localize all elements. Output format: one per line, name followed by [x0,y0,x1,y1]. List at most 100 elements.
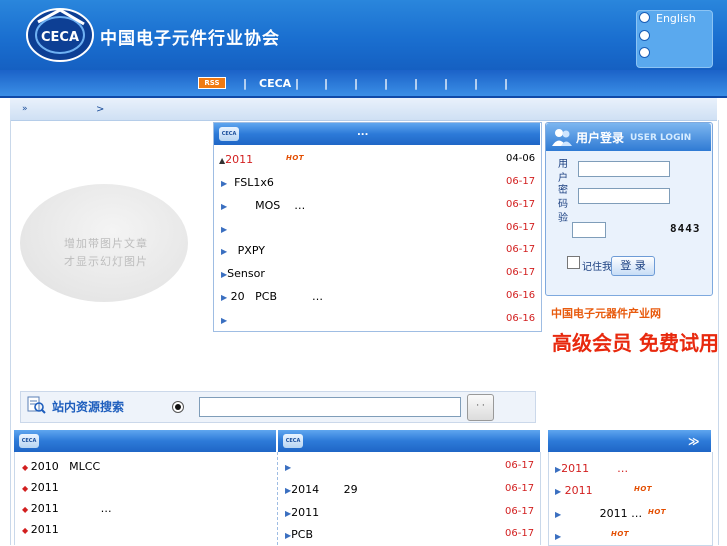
ceca-logo[interactable]: CECA [24,6,98,64]
list-item[interactable]: ◆ 2011 [22,523,59,536]
arrow-icon: ▶ [285,463,292,472]
list-item-text: 2010 MLCC [30,460,101,473]
news-panel-header [214,123,540,145]
list-item-text: 2011 … [561,507,643,520]
nav-item[interactable]: | [504,77,508,90]
login-subtitle: USER LOGIN [630,133,692,143]
search-label: 站内资源搜索 [52,400,125,414]
list-item-text: 2011 [30,523,59,536]
captcha-input[interactable] [572,222,606,238]
lang-option-2[interactable] [639,30,656,46]
list-item-text: 2011 [291,506,320,519]
bottom-middle-header [278,430,540,452]
slideshow-text-1: 增加带图片文章 [64,237,148,250]
search-input[interactable] [199,397,461,417]
language-switcher: English [636,10,713,68]
login-button[interactable]: 登 录 [611,256,655,276]
news-date: 04-06 [506,153,536,164]
nav-item-ceca[interactable]: CECA | [259,77,299,90]
svg-text:CECA: CECA [41,30,79,45]
list-item[interactable]: ▶ [555,529,561,542]
news-date: 06-17 [506,222,536,233]
nav-item[interactable]: | [324,77,328,90]
bullet-icon: ◆ [22,505,31,514]
nav-item[interactable]: | [384,77,388,90]
search-button[interactable]: · · [467,394,494,421]
username-label: 用 户 [558,159,568,184]
list-item[interactable]: ◆ 2011 … [22,502,112,515]
radio-selected-icon [175,404,181,410]
ceca-logo-icon: CECA [19,434,39,448]
hot-icon: HOT [286,154,305,162]
list-item[interactable]: ◆ 2010 MLCC [22,460,100,473]
news-date: 06-17 [506,267,536,278]
news-item[interactable]: ▶ 20 PCB … [221,290,323,303]
bullet-icon: ◆ [22,526,31,535]
radio-icon [639,30,650,41]
lang-option-3[interactable] [639,47,656,63]
captcha-image[interactable]: 8443 [670,222,701,235]
nav-separator: | [243,77,248,90]
list-date: 06-17 [505,460,535,471]
news-date: 06-16 [506,290,536,301]
nav-item[interactable]: | [414,77,418,90]
bottom-left-header [14,430,276,452]
news-item[interactable]: ▶ [221,222,227,235]
list-item[interactable]: ▶2011 [285,506,319,519]
list-item[interactable]: ▶ 2011 [555,484,593,497]
bullet-icon: ◆ [22,463,31,472]
bottom-middle-list [278,452,541,545]
list-item[interactable]: ▶2014 29 [285,483,358,496]
list-item[interactable]: ▶PCB [285,528,313,541]
list-item[interactable]: ▶2011 … [555,462,628,475]
username-input[interactable] [578,161,670,177]
breadcrumb [10,98,717,121]
login-title: 用户登录 [576,131,625,145]
arrow-icon: ▶ [555,532,562,541]
list-date: 06-17 [505,483,535,494]
news-item[interactable]: ▶ MOS … [221,199,305,212]
news-item[interactable]: ▶ FSL1x6 [221,176,274,189]
rss-icon[interactable]: RSS [198,77,226,89]
remember-checkbox[interactable] [567,256,580,269]
news-item-text: FSL1x6 [227,176,274,189]
nav-item[interactable]: | [354,77,358,90]
list-item[interactable]: ▶ 2011 … [555,507,642,520]
list-item-text: 2011 [30,481,59,494]
list-date: 06-17 [505,528,535,539]
news-item-text: MOS … [227,199,306,212]
arrow-icon: ▶ [221,225,228,234]
lang-option-english[interactable]: English [639,12,696,28]
nav-item[interactable]: | [444,77,448,90]
hot-icon: HOT [634,485,653,493]
captcha-label: 验 [558,213,568,224]
news-item[interactable]: ▶ [221,313,227,326]
news-item[interactable]: ▶ PXPY [221,244,265,257]
list-item[interactable]: ◆ 2011 [22,481,59,494]
list-item[interactable]: ▶ [285,460,291,473]
news-item-text: Sensor [227,267,265,280]
double-arrow-icon: » [22,104,28,114]
site-title: 中国电子元件行业协会 [100,29,280,49]
hot-icon: HOT [611,530,630,538]
password-input[interactable] [578,188,670,204]
news-date: 06-17 [506,199,536,210]
lang-label: English [656,12,696,25]
arrow-icon: ▶ [221,316,228,325]
news-item[interactable]: ▶Sensor [221,267,265,280]
nav-item[interactable]: | [474,77,478,90]
news-item-text: PXPY [227,244,265,257]
news-item-text: 2011 [225,153,254,166]
radio-icon [639,47,650,58]
double-chevron-down-icon[interactable]: ≫ [688,435,700,448]
password-label: 密 码 [558,185,568,210]
ad-banner-headline[interactable]: 高级会员 免费试用 [552,327,719,356]
ad-banner-caption[interactable]: 中国电子元器件产业网 [551,305,661,321]
news-item[interactable]: ▲2011 [219,153,253,166]
users-icon [552,129,572,146]
breadcrumb-separator: > [96,104,105,115]
news-date: 06-16 [506,313,536,324]
ceca-logo-icon: CECA [283,434,303,448]
list-item-text: 2011 [561,484,593,497]
news-panel-title: ... [357,127,369,138]
